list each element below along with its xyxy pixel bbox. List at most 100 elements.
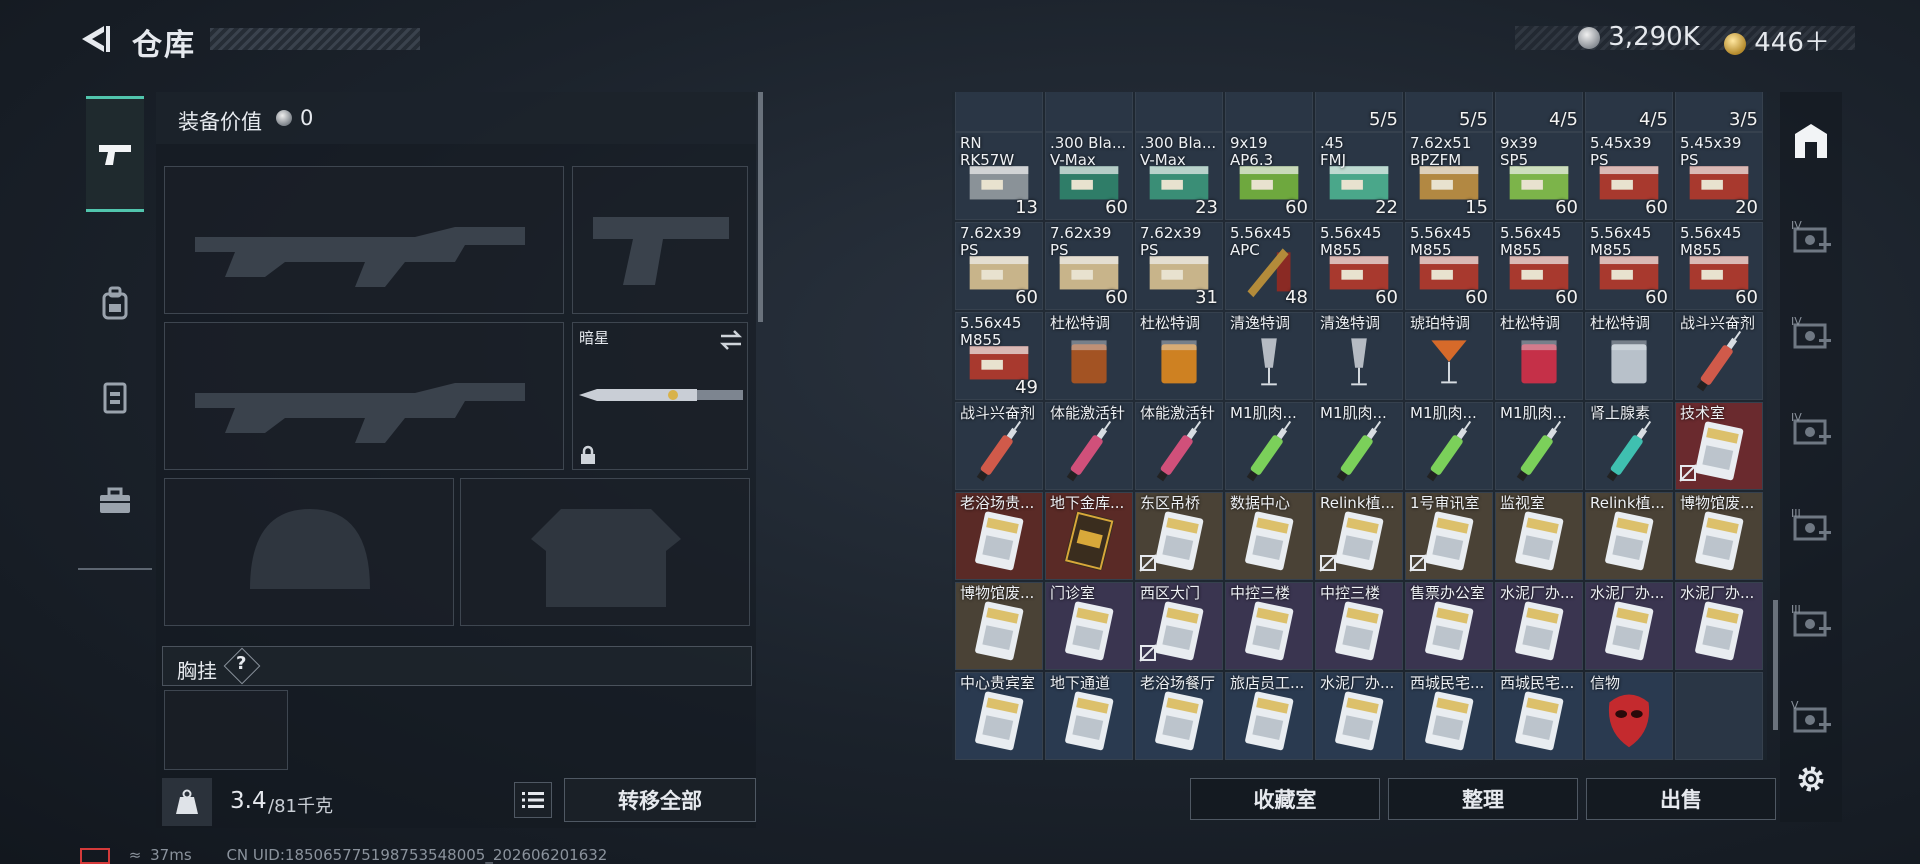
inventory-item[interactable]: .300 Bla... V-Max 23 [1135, 132, 1223, 220]
list-view-button[interactable] [514, 782, 552, 818]
inventory-item[interactable]: M1肌肉... [1225, 402, 1313, 490]
inventory-item[interactable]: 1号审讯室 [1405, 492, 1493, 580]
inventory-cell-partial[interactable] [955, 92, 1043, 132]
inventory-item[interactable]: 5.56x45 M855 60 [1405, 222, 1493, 310]
inventory-item[interactable]: 杜松特调 [1135, 312, 1223, 400]
key-room-5-button[interactable]: III [1788, 598, 1834, 644]
settings-button[interactable] [1788, 756, 1834, 802]
inventory-item[interactable]: 门诊室 [1045, 582, 1133, 670]
inventory-item[interactable]: M1肌肉... [1315, 402, 1403, 490]
inventory-item[interactable]: .300 Bla... V-Max 60 [1045, 132, 1133, 220]
currency-gold[interactable]: 446＋ [1724, 22, 1830, 59]
chest-rig-help[interactable]: ? [236, 653, 246, 674]
inventory-item[interactable]: 西区大门 [1135, 582, 1223, 670]
inventory-item[interactable]: M1肌肉... [1405, 402, 1493, 490]
inventory-item[interactable]: 西城民宅... [1495, 672, 1583, 760]
nav-weapons[interactable] [86, 96, 144, 212]
inventory-item[interactable]: 琥珀特调 [1405, 312, 1493, 400]
inventory-cell-partial[interactable]: 3/5 [1675, 92, 1763, 132]
slot-armor[interactable] [460, 478, 750, 626]
slot-melee[interactable]: 暗星 [572, 322, 748, 470]
collection-room-button[interactable]: 收藏室 [1190, 778, 1380, 820]
inventory-cell-partial[interactable] [1225, 92, 1313, 132]
equipment-scrollbar[interactable] [758, 92, 763, 322]
sell-button[interactable]: 出售 [1586, 778, 1776, 820]
inventory-item[interactable]: 5.56x45 M855 60 [1315, 222, 1403, 310]
inventory-item[interactable]: 老浴场餐厅 [1135, 672, 1223, 760]
inventory-item[interactable]: 7.62x39 PS 31 [1135, 222, 1223, 310]
inventory-item[interactable]: 旅店员工... [1225, 672, 1313, 760]
inventory-item[interactable]: 5.56x45 M855 49 [955, 312, 1043, 400]
inventory-item[interactable]: 中心贵宾室 [955, 672, 1043, 760]
inventory-item[interactable]: 战斗兴奋剂 [1675, 312, 1763, 400]
slot-primary-weapon-1[interactable] [164, 166, 564, 314]
inventory-item[interactable]: 7.62x51 BPZFM 15 [1405, 132, 1493, 220]
inventory-item[interactable]: 肾上腺素 [1585, 402, 1673, 490]
inventory-item[interactable]: 博物馆废... [1675, 492, 1763, 580]
inventory-item[interactable]: 战斗兴奋剂 [955, 402, 1043, 490]
inventory-item[interactable]: Relink植... [1315, 492, 1403, 580]
inventory-item[interactable]: 水泥厂办... [1495, 582, 1583, 670]
inventory-item[interactable]: M1肌肉... [1495, 402, 1583, 490]
inventory-item[interactable]: 5.56x45 M855 60 [1675, 222, 1763, 310]
key-room-6-button[interactable]: V [1788, 694, 1834, 740]
inventory-item[interactable]: 售票办公室 [1405, 582, 1493, 670]
back-button[interactable] [78, 22, 112, 56]
inventory-item[interactable]: 博物馆废... [955, 582, 1043, 670]
inventory-item[interactable]: 东区吊桥 [1135, 492, 1223, 580]
inventory-item[interactable]: 体能激活针 [1045, 402, 1133, 490]
inventory-item[interactable]: 地下通道 [1045, 672, 1133, 760]
inventory-item[interactable]: 西城民宅... [1405, 672, 1493, 760]
inventory-item[interactable]: 5.56x45 M855 60 [1495, 222, 1583, 310]
slot-primary-weapon-2[interactable] [164, 322, 564, 470]
inventory-cell-partial[interactable] [1045, 92, 1133, 132]
organize-button[interactable]: 整理 [1388, 778, 1578, 820]
inventory-item[interactable]: 5.45x39 PS 60 [1585, 132, 1673, 220]
nav-toolbox[interactable] [86, 446, 144, 556]
inventory-item[interactable]: 水泥厂办... [1675, 582, 1763, 670]
inventory-item[interactable]: 信物 [1585, 672, 1673, 760]
inventory-item[interactable]: 9x39 SP5 60 [1495, 132, 1583, 220]
inventory-item[interactable]: 杜松特调 [1045, 312, 1133, 400]
key-room-4-button[interactable]: III [1788, 502, 1834, 548]
inventory-scrollbar[interactable] [1773, 600, 1778, 730]
key-room-2-button[interactable]: IV [1788, 310, 1834, 356]
inventory-item[interactable]: 中控三楼 [1315, 582, 1403, 670]
inventory-item[interactable]: Relink植... [1585, 492, 1673, 580]
storage-home-button[interactable] [1788, 118, 1834, 164]
inventory-item[interactable]: 7.62x39 PS 60 [955, 222, 1043, 310]
inventory-item[interactable]: 技术室 [1675, 402, 1763, 490]
swap-icon[interactable] [719, 329, 743, 351]
inventory-item[interactable]: 水泥厂办... [1315, 672, 1403, 760]
key-room-3-button[interactable]: IV [1788, 406, 1834, 452]
transfer-all-button[interactable]: 转移全部 [564, 778, 756, 822]
inventory-item[interactable]: 数据中心 [1225, 492, 1313, 580]
slot-pistol[interactable] [572, 166, 748, 314]
inventory-item[interactable]: 杜松特调 [1495, 312, 1583, 400]
key-room-1-button[interactable]: IV [1788, 214, 1834, 260]
inventory-item[interactable]: 5.56x45 APC 48 [1225, 222, 1313, 310]
inventory-item[interactable]: 5.45x39 PS 20 [1675, 132, 1763, 220]
inventory-item[interactable]: 5.56x45 M855 60 [1585, 222, 1673, 310]
inventory-item[interactable]: 监视室 [1495, 492, 1583, 580]
inventory-cell-partial[interactable] [1135, 92, 1223, 132]
inventory-item[interactable]: 清逸特调 [1315, 312, 1403, 400]
inventory-cell-partial[interactable]: 5/5 [1405, 92, 1493, 132]
slot-chest-rig[interactable] [164, 690, 288, 770]
inventory-item[interactable]: 中控三楼 [1225, 582, 1313, 670]
inventory-item[interactable]: 老浴场贵... [955, 492, 1043, 580]
inventory-item[interactable]: 9x19 AP6.3 60 [1225, 132, 1313, 220]
inventory-item[interactable]: 水泥厂办... [1585, 582, 1673, 670]
inventory-item[interactable]: 地下金库... [1045, 492, 1133, 580]
inventory-item[interactable]: 杜松特调 [1585, 312, 1673, 400]
inventory-item[interactable]: 7.62x39 PS 60 [1045, 222, 1133, 310]
slot-helmet[interactable] [164, 478, 454, 626]
inventory-cell-partial[interactable]: 4/5 [1495, 92, 1583, 132]
inventory-item[interactable]: 清逸特调 [1225, 312, 1313, 400]
inventory-item[interactable]: 体能激活针 [1135, 402, 1223, 490]
inventory-item[interactable]: .45 FMJ 22 [1315, 132, 1403, 220]
nav-vest[interactable] [86, 342, 144, 452]
inventory-cell-partial[interactable]: 5/5 [1315, 92, 1403, 132]
inventory-cell-empty[interactable] [1675, 672, 1763, 760]
inventory-cell-partial[interactable]: 4/5 [1585, 92, 1673, 132]
